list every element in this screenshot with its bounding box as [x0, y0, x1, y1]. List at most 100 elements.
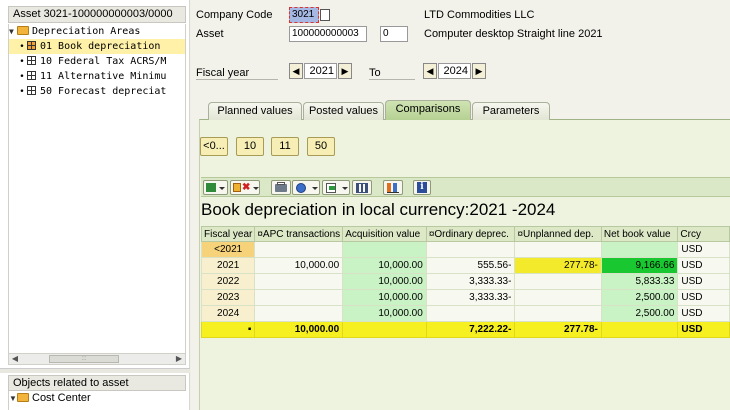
cell-net-book-value[interactable]	[600, 241, 679, 258]
cell-year[interactable]: 2021	[200, 257, 256, 274]
asset-label: Asset	[196, 28, 224, 40]
cell-net-book-value[interactable]: 9,166.66	[600, 257, 679, 274]
total-unplanned[interactable]: 277.78-	[514, 321, 602, 338]
table-row[interactable]: <2021 USD	[200, 241, 730, 258]
tab-planned-values[interactable]: Planned values	[208, 102, 302, 120]
tree-header: Asset 3021-100000000003/0000	[8, 6, 186, 23]
cell-net-book-value[interactable]: 5,833.33	[600, 273, 679, 290]
expand-triangle-icon[interactable]: ▼	[9, 391, 17, 406]
cell-ordinary[interactable]	[425, 241, 516, 258]
previous-year-to-icon[interactable]: ◀	[423, 63, 437, 79]
cell-apc[interactable]	[254, 305, 344, 322]
cell-year[interactable]: 2022	[200, 273, 256, 290]
cell-currency[interactable]: USD	[677, 241, 730, 258]
cell-year[interactable]: <2021	[200, 241, 256, 258]
cell-acquisition[interactable]	[342, 241, 427, 258]
tree-item-01-book-depreciation[interactable]: • 01 Book depreciation	[9, 39, 185, 54]
cell-unplanned[interactable]	[514, 305, 602, 322]
tab-posted-values[interactable]: Posted values	[303, 102, 384, 120]
table-row[interactable]: 2024 10,000.00 2,500.00 USD	[200, 305, 730, 322]
table-icon	[27, 56, 36, 65]
company-code-field[interactable]: 3021	[289, 7, 319, 23]
fiscal-year-from-field[interactable]: 2021	[304, 63, 337, 79]
excel-export-icon[interactable]	[203, 180, 228, 195]
fiscal-year-to-field[interactable]: 2024	[438, 63, 471, 79]
total-marker: ▪	[200, 321, 256, 338]
cell-ordinary[interactable]: 3,333.33-	[425, 273, 516, 290]
area-button-50[interactable]: 50	[307, 137, 335, 156]
cell-ordinary[interactable]: 555.56-	[425, 257, 516, 274]
table-row[interactable]: 2021 10,000.00 10,000.00 555.56- 277.78-…	[200, 257, 730, 274]
tree-horizontal-scrollbar[interactable]: ◀ ::: ▶	[8, 353, 186, 365]
tree-item-label: 11 Alternative Minimu	[40, 71, 167, 82]
scrollbar-thumb[interactable]: :::	[49, 355, 119, 363]
total-apc[interactable]: 10,000.00	[254, 321, 344, 338]
column-header-ordinary-deprec[interactable]: ¤Ordinary deprec.	[425, 226, 516, 242]
cell-currency[interactable]: USD	[677, 273, 730, 290]
chart-icon[interactable]	[383, 180, 403, 195]
info-icon[interactable]: i	[413, 180, 431, 195]
cell-currency[interactable]: USD	[677, 257, 730, 274]
cell-year[interactable]: 2023	[200, 289, 256, 306]
cell-ordinary[interactable]: 3,333.33-	[425, 289, 516, 306]
cell-apc[interactable]: 10,000.00	[254, 257, 344, 274]
cell-acquisition[interactable]: 10,000.00	[342, 273, 427, 290]
cell-apc[interactable]	[254, 241, 344, 258]
export-icon[interactable]	[322, 180, 350, 195]
total-ordinary[interactable]: 7,222.22-	[425, 321, 516, 338]
tree-item-11-alternative-minimum[interactable]: • 11 Alternative Minimu	[9, 69, 185, 84]
table-row[interactable]: 2023 10,000.00 3,333.33- 2,500.00 USD	[200, 289, 730, 306]
area-button-10[interactable]: 10	[236, 137, 264, 156]
tree-node-depreciation-areas[interactable]: ▼ Depreciation Areas	[9, 24, 185, 39]
next-year-icon[interactable]: ▶	[338, 63, 352, 79]
cell-unplanned[interactable]: 277.78-	[514, 257, 602, 274]
area-button-11[interactable]: 11	[271, 137, 299, 156]
cell-currency[interactable]: USD	[677, 305, 730, 322]
column-header-apc-transactions[interactable]: ¤APC transactions	[254, 226, 344, 242]
total-row[interactable]: ▪ 10,000.00 7,222.22- 277.78- USD	[200, 321, 730, 338]
cell-acquisition[interactable]: 10,000.00	[342, 289, 427, 306]
asset-number-field[interactable]: 100000000003	[289, 26, 367, 42]
print-icon[interactable]	[271, 180, 291, 195]
cell-acquisition[interactable]: 10,000.00	[342, 257, 427, 274]
bullet-icon: •	[19, 42, 25, 52]
cell-unplanned[interactable]	[514, 273, 602, 290]
column-header-unplanned-dep[interactable]: ¤Unplanned dep.	[514, 226, 602, 242]
asset-subnumber-field[interactable]: 0	[380, 26, 408, 42]
pane-splitter[interactable]	[0, 368, 190, 373]
copy-icon[interactable]	[320, 9, 330, 21]
company-name-text: LTD Commodities LLC	[424, 9, 535, 21]
cell-acquisition[interactable]: 10,000.00	[342, 305, 427, 322]
column-header-currency[interactable]: Crcy	[677, 226, 730, 242]
cell-net-book-value[interactable]: 2,500.00	[600, 305, 679, 322]
tab-comparisons[interactable]: Comparisons	[385, 100, 471, 120]
previous-year-icon[interactable]: ◀	[289, 63, 303, 79]
scroll-left-icon[interactable]: ◀	[9, 354, 21, 364]
scroll-right-icon[interactable]: ▶	[173, 354, 185, 364]
table-row[interactable]: 2022 10,000.00 3,333.33- 5,833.33 USD	[200, 273, 730, 290]
delete-filter-icon[interactable]: ✖	[230, 180, 260, 195]
cell-unplanned[interactable]	[514, 289, 602, 306]
column-header-net-book-value[interactable]: Net book value	[600, 226, 679, 242]
tree-node-cost-center[interactable]: ▼ Cost Center	[9, 391, 186, 406]
cell-net-book-value[interactable]: 2,500.00	[600, 289, 679, 306]
cell-ordinary[interactable]	[425, 305, 516, 322]
layout-icon[interactable]	[352, 180, 372, 195]
tree-item-10-federal-tax[interactable]: • 10 Federal Tax ACRS/M	[9, 54, 185, 69]
view-icon[interactable]	[292, 180, 320, 195]
next-year-to-icon[interactable]: ▶	[472, 63, 486, 79]
depreciation-area-tree: ▼ Depreciation Areas • 01 Book depreciatio…	[8, 24, 186, 354]
area-button-previous[interactable]: <0...	[200, 137, 228, 156]
cell-unplanned[interactable]	[514, 241, 602, 258]
column-header-acquisition-value[interactable]: Acquisition value	[342, 226, 427, 242]
cell-year[interactable]: 2024	[200, 305, 256, 322]
column-header-fiscal-year[interactable]: Fiscal year	[200, 226, 256, 242]
alv-toolbar: ✖ i	[201, 177, 730, 197]
asset-description-text: Computer desktop Straight line 2021	[424, 28, 603, 40]
cell-apc[interactable]	[254, 273, 344, 290]
cell-currency[interactable]: USD	[677, 289, 730, 306]
cell-apc[interactable]	[254, 289, 344, 306]
tab-parameters[interactable]: Parameters	[472, 102, 550, 120]
expand-triangle-icon[interactable]: ▼	[9, 24, 17, 39]
tree-item-50-forecast-depreciation[interactable]: • 50 Forecast depreciat	[9, 84, 185, 99]
